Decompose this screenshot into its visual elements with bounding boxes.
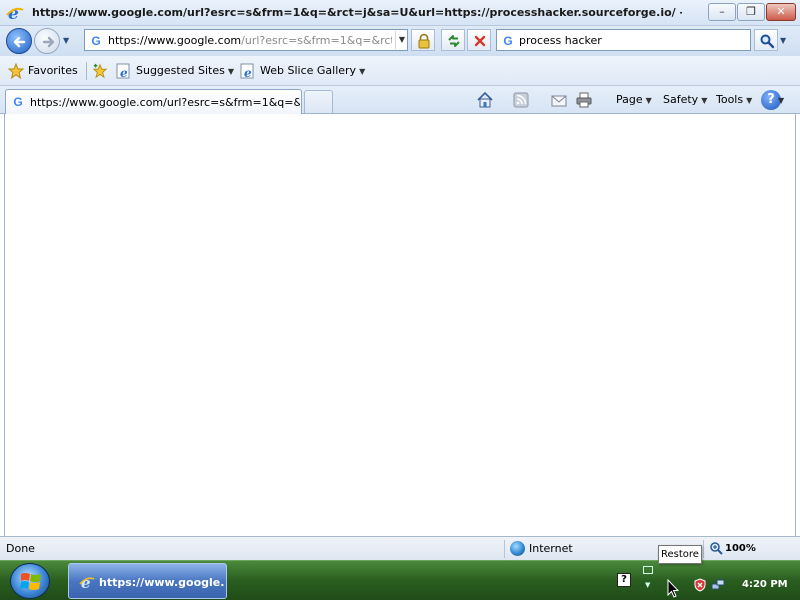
taskbar-ie-button[interactable]: e https://www.google... [68,563,227,599]
url-scheme: https:// [108,34,148,47]
url-path: /url?esrc=s&frm=1&q=&rct=... [241,34,392,47]
favorites-separator [86,62,87,80]
page-menu-label: Page [616,93,643,106]
address-dropdown[interactable]: ▼ [395,31,408,49]
add-favorite-icon [92,63,108,79]
google-search-provider-icon: G [503,34,513,48]
chevron-down-icon: ▼ [359,67,366,76]
chevron-down-icon: ▼ [227,67,234,76]
minimize-button[interactable]: – [708,3,736,21]
search-button[interactable] [754,29,778,51]
security-report-button[interactable] [411,29,435,51]
home-icon[interactable] [476,91,494,109]
taskbar: e https://www.google... ? ▼ 4:20 PM [0,560,800,600]
tab-bar: G https://www.google.com/url?esrc=s&frm=… [0,86,800,114]
navigation-bar: ▼ G https://www.google.com/url?esrc=s&fr… [0,26,800,56]
ie-page-icon: e [116,63,130,79]
search-input[interactable] [519,32,747,48]
tab-title: https://www.google.com/url?esrc=s&frm=1&… [30,96,300,109]
restore-tray-icon[interactable] [643,566,653,574]
favorites-button[interactable]: Favorites [8,62,78,80]
recent-pages-dropdown[interactable]: ▼ [63,36,69,45]
refresh-icon [448,35,460,47]
magnifier-icon [760,34,775,49]
network-icon[interactable] [711,578,725,592]
favorites-bar: Favorites e Suggested Sites ▼ e Web Slice… [0,56,800,86]
read-mail-icon[interactable] [550,91,568,109]
url-host: www.google.com [147,34,242,47]
refresh-button[interactable] [441,29,465,51]
web-slice-gallery-link[interactable]: e Web Slice Gallery ▼ [240,62,365,80]
help-tray-icon[interactable]: ? [617,573,631,587]
globe-icon [510,541,525,556]
zoom-level[interactable]: 100% [725,543,756,554]
web-slice-gallery-label: Web Slice Gallery [260,64,357,77]
padlock-icon [418,33,430,49]
stop-button[interactable] [467,29,491,51]
close-button[interactable]: ✕ [766,3,796,21]
favorites-label: Favorites [28,64,78,77]
status-text: Done [6,542,35,555]
page-menu[interactable]: Page ▼ [616,93,652,106]
forward-button[interactable] [34,28,60,54]
forward-arrow-icon [42,36,55,48]
new-tab-button[interactable] [304,90,333,113]
tray-dropdown-icon[interactable]: ▼ [645,581,653,589]
feeds-icon[interactable] [512,91,530,109]
title-bar: e https://www.google.com/url?esrc=s&frm=… [0,0,800,26]
tab-active[interactable]: G https://www.google.com/url?esrc=s&frm=… [5,89,302,114]
status-separator [703,540,704,558]
restore-tooltip: Restore [658,545,702,564]
stop-icon [474,35,486,47]
svg-text:e: e [244,66,252,79]
ie-logo-icon: e [79,574,95,590]
page-content[interactable] [4,114,796,536]
tools-menu[interactable]: Tools ▼ [716,93,752,106]
back-arrow-icon [13,36,26,48]
status-separator [504,540,505,558]
start-button[interactable] [10,563,50,599]
add-to-favorites-bar-button[interactable] [92,62,112,80]
mouse-cursor-icon [667,579,679,598]
ie-logo-icon: e [6,4,24,22]
safety-menu-label: Safety [663,93,699,106]
google-favicon-icon: G [13,95,23,109]
tools-menu-label: Tools [716,93,744,106]
chevron-down-icon: ▼ [701,96,708,105]
back-button[interactable] [6,28,32,54]
maximize-button[interactable]: ❐ [737,3,765,21]
chevron-down-icon: ▼ [645,96,652,105]
svg-text:e: e [120,66,128,79]
print-icon[interactable] [575,91,593,109]
help-dropdown[interactable]: ▼ [778,96,784,105]
windows-start-icon [20,573,41,590]
star-icon [8,63,24,79]
google-favicon-icon: G [91,34,101,48]
suggested-sites-label: Suggested Sites [136,64,225,77]
search-box[interactable]: G [496,29,751,51]
ie-page-icon: e [240,63,254,79]
safety-menu[interactable]: Safety ▼ [663,93,707,106]
zoom-icon[interactable] [709,541,723,555]
taskbar-ie-label: https://www.google... [99,576,224,589]
address-bar[interactable]: G https://www.google.com/url?esrc=s&frm=… [84,29,408,51]
suggested-sites-link[interactable]: e Suggested Sites ▼ [116,62,234,80]
address-url[interactable]: https://www.google.com/url?esrc=s&frm=1&… [108,34,392,47]
shield-icon[interactable] [693,578,707,592]
window-title: https://www.google.com/url?esrc=s&frm=1&… [32,6,682,19]
search-options-dropdown[interactable]: ▼ [780,36,786,45]
system-clock[interactable]: 4:20 PM [742,579,788,590]
security-zone[interactable]: Internet [529,542,573,555]
chevron-down-icon: ▼ [746,96,753,105]
